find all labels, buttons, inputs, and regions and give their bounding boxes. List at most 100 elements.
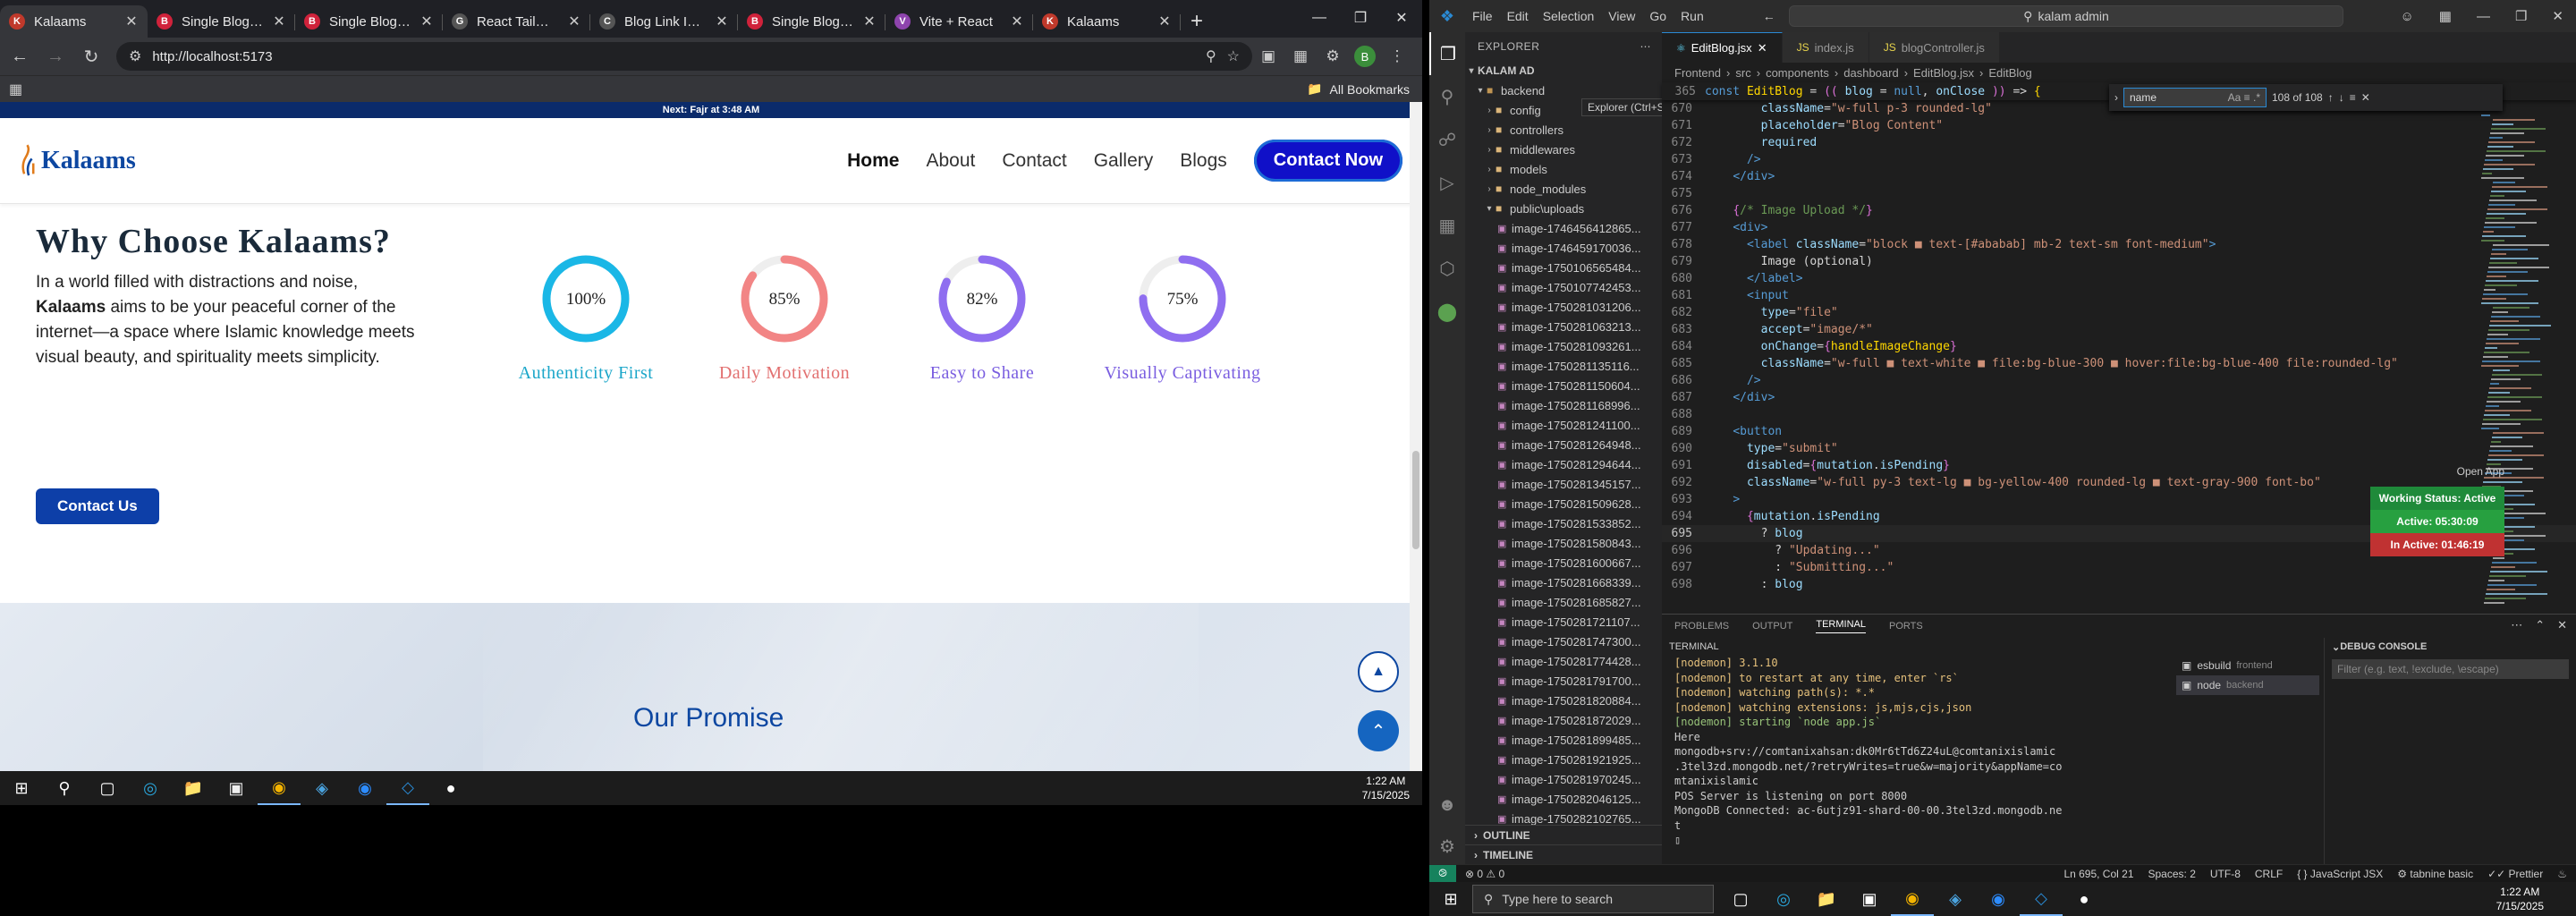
- tree-file[interactable]: ▣ image-1750107742453...: [1465, 277, 1662, 297]
- site-logo[interactable]: Kalaams: [20, 140, 136, 182]
- tree-file[interactable]: ▣ image-1750281899485...: [1465, 730, 1662, 750]
- menu-run[interactable]: Run: [1674, 9, 1711, 23]
- page-scrollbar[interactable]: [1410, 102, 1422, 771]
- browser-tab[interactable]: C Blog Link Issue Debug ✕: [590, 5, 738, 38]
- extensions-puzzle-icon[interactable]: ⚙: [1317, 40, 1349, 72]
- taskbar-search[interactable]: ⚲ Type here to search: [1472, 885, 1714, 913]
- new-tab-icon[interactable]: +: [1181, 5, 1213, 38]
- terminal-instance[interactable]: ▣ node backend: [2176, 675, 2319, 695]
- apps-grid-icon[interactable]: ▦: [9, 81, 22, 98]
- breadcrumb-item[interactable]: src: [1735, 66, 1750, 80]
- tree-file[interactable]: ▣ image-1750281093261...: [1465, 336, 1662, 356]
- find-in-selection-icon[interactable]: ≡: [2350, 91, 2356, 104]
- close-panel-icon[interactable]: ✕: [2557, 618, 2567, 632]
- app-icon[interactable]: ●: [429, 771, 472, 805]
- tree-file[interactable]: ▣ image-1750106565484...: [1465, 258, 1662, 277]
- forward-icon[interactable]: →: [39, 40, 72, 72]
- tree-file[interactable]: ▣ image-1750281135116...: [1465, 356, 1662, 376]
- breadcrumb-item[interactable]: dashboard: [1843, 66, 1898, 80]
- browser-tab[interactable]: G React Tailwind Blog ✕: [443, 5, 590, 38]
- search-icon[interactable]: ⚲: [43, 771, 86, 805]
- close-icon[interactable]: ✕: [2539, 8, 2576, 24]
- tree-file[interactable]: ▣ image-1750281063213...: [1465, 317, 1662, 336]
- bookmark-star-icon[interactable]: ☆: [1227, 47, 1240, 65]
- vpn-icon[interactable]: ◈: [301, 771, 343, 805]
- nav-link-contact[interactable]: Contact: [1002, 150, 1066, 172]
- code-line[interactable]: 697 : "Submitting...": [1662, 559, 2576, 576]
- tree-folder[interactable]: › ■ node_modules: [1465, 179, 1662, 199]
- task-view-icon[interactable]: ▢: [1719, 882, 1762, 916]
- code-line[interactable]: 688: [1662, 406, 2576, 423]
- all-bookmarks[interactable]: 📁 All Bookmarks: [1307, 81, 1410, 97]
- run-debug-icon[interactable]: ▷: [1429, 161, 1465, 204]
- code-line[interactable]: 691 disabled={mutation.isPending}: [1662, 457, 2576, 474]
- tree-file[interactable]: ▣ image-1750281345157...: [1465, 474, 1662, 494]
- code-line[interactable]: 671 placeholder="Blog Content": [1662, 117, 2576, 134]
- zoom-icon[interactable]: ◉: [343, 771, 386, 805]
- find-input[interactable]: name Aa ≡ .*: [2123, 88, 2267, 107]
- minimize-icon[interactable]: —: [2464, 9, 2503, 24]
- tree-file[interactable]: ▣ image-1746456412865...: [1465, 218, 1662, 238]
- cursor-position[interactable]: Ln 695, Col 21: [2063, 868, 2133, 880]
- code-line[interactable]: 679 Image (optional): [1662, 253, 2576, 270]
- store-icon[interactable]: ▣: [215, 771, 258, 805]
- code-line[interactable]: 672 required: [1662, 134, 2576, 151]
- url-text[interactable]: http://localhost:5173: [152, 49, 1195, 64]
- code-line[interactable]: 689 <button: [1662, 423, 2576, 440]
- minimize-icon[interactable]: —: [1299, 0, 1340, 36]
- browser-tab[interactable]: V Vite + React ✕: [886, 5, 1033, 38]
- vpn-icon[interactable]: ◈: [1934, 882, 1977, 916]
- panel-tab-output[interactable]: OUTPUT: [1752, 621, 1792, 632]
- browser-tab[interactable]: B Single Blog Posts ✕: [148, 5, 295, 38]
- tree-folder[interactable]: ▾ ■ backend: [1465, 81, 1662, 100]
- remote-indicator-icon[interactable]: ⧁: [1429, 864, 1456, 882]
- tab-close-icon[interactable]: ✕: [419, 13, 434, 30]
- code-line[interactable]: 678 <label className="block ■ text-[#aba…: [1662, 236, 2576, 253]
- store-icon[interactable]: ▣: [1848, 882, 1891, 916]
- windows-start-icon[interactable]: ⊞: [0, 771, 43, 805]
- tree-file[interactable]: ▣ image-1750281872029...: [1465, 710, 1662, 730]
- file-explorer-icon[interactable]: 📁: [1805, 882, 1848, 916]
- tree-folder[interactable]: › ■ middlewares: [1465, 140, 1662, 159]
- panel-tab-ports[interactable]: PORTS: [1889, 621, 1923, 632]
- zoom-icon[interactable]: ◉: [1977, 882, 2020, 916]
- more-actions-icon[interactable]: ⋯: [1640, 40, 1652, 53]
- terminal-instance[interactable]: ▣ esbuild frontend: [2176, 656, 2319, 675]
- nav-back-icon[interactable]: ←: [1756, 9, 1783, 23]
- explorer-icon[interactable]: ❐: [1429, 32, 1465, 75]
- close-find-icon[interactable]: ✕: [2361, 91, 2370, 104]
- language-mode[interactable]: { } JavaScript JSX: [2297, 868, 2383, 880]
- tree-file[interactable]: ▣ image-1750281600667...: [1465, 553, 1662, 572]
- menu-view[interactable]: View: [1601, 9, 1642, 23]
- nav-link-gallery[interactable]: Gallery: [1094, 150, 1154, 172]
- task-view-icon[interactable]: ▢: [86, 771, 129, 805]
- tree-file[interactable]: ▣ image-1750281747300...: [1465, 632, 1662, 651]
- breadcrumb-item[interactable]: components: [1766, 66, 1829, 80]
- edge-icon[interactable]: ◎: [129, 771, 172, 805]
- debug-filter-input[interactable]: Filter (e.g. text, !exclude, \escape): [2332, 659, 2569, 679]
- nav-link-home[interactable]: Home: [847, 150, 899, 172]
- code-line[interactable]: 686 />: [1662, 372, 2576, 389]
- close-icon[interactable]: ✕: [1381, 0, 1422, 36]
- file-explorer-icon[interactable]: 📁: [172, 771, 215, 805]
- tree-file[interactable]: ▣ image-1750281509628...: [1465, 494, 1662, 513]
- nav-link-about[interactable]: About: [926, 150, 975, 172]
- menu-dots-icon[interactable]: ⋮: [1381, 40, 1413, 72]
- tree-file[interactable]: ▣ image-1750281791700...: [1465, 671, 1662, 691]
- account-icon[interactable]: ☻: [1429, 784, 1465, 827]
- prettier-status[interactable]: ✓✓ Prettier: [2487, 868, 2543, 880]
- mongo-icon[interactable]: ⬤: [1429, 290, 1465, 333]
- code-line[interactable]: 677 <div>: [1662, 219, 2576, 236]
- workspace-root[interactable]: ▾ KALAM AD: [1465, 61, 1662, 81]
- browser-tab[interactable]: K Kalaams ✕: [1033, 5, 1181, 38]
- tree-file[interactable]: ▣ image-1750281294644...: [1465, 454, 1662, 474]
- chrome-icon[interactable]: ◉: [1891, 882, 1934, 916]
- vscode-icon[interactable]: ◇: [386, 771, 429, 805]
- copilot-icon[interactable]: ☺: [2387, 9, 2426, 24]
- menu-selection[interactable]: Selection: [1536, 9, 1602, 23]
- site-info-icon[interactable]: ⚙: [129, 47, 141, 65]
- reload-icon[interactable]: ↻: [75, 40, 107, 72]
- scroll-up-icon[interactable]: ▲: [1358, 651, 1399, 692]
- toggle-replace-icon[interactable]: ›: [2114, 91, 2118, 104]
- line-endings[interactable]: CRLF: [2255, 868, 2283, 880]
